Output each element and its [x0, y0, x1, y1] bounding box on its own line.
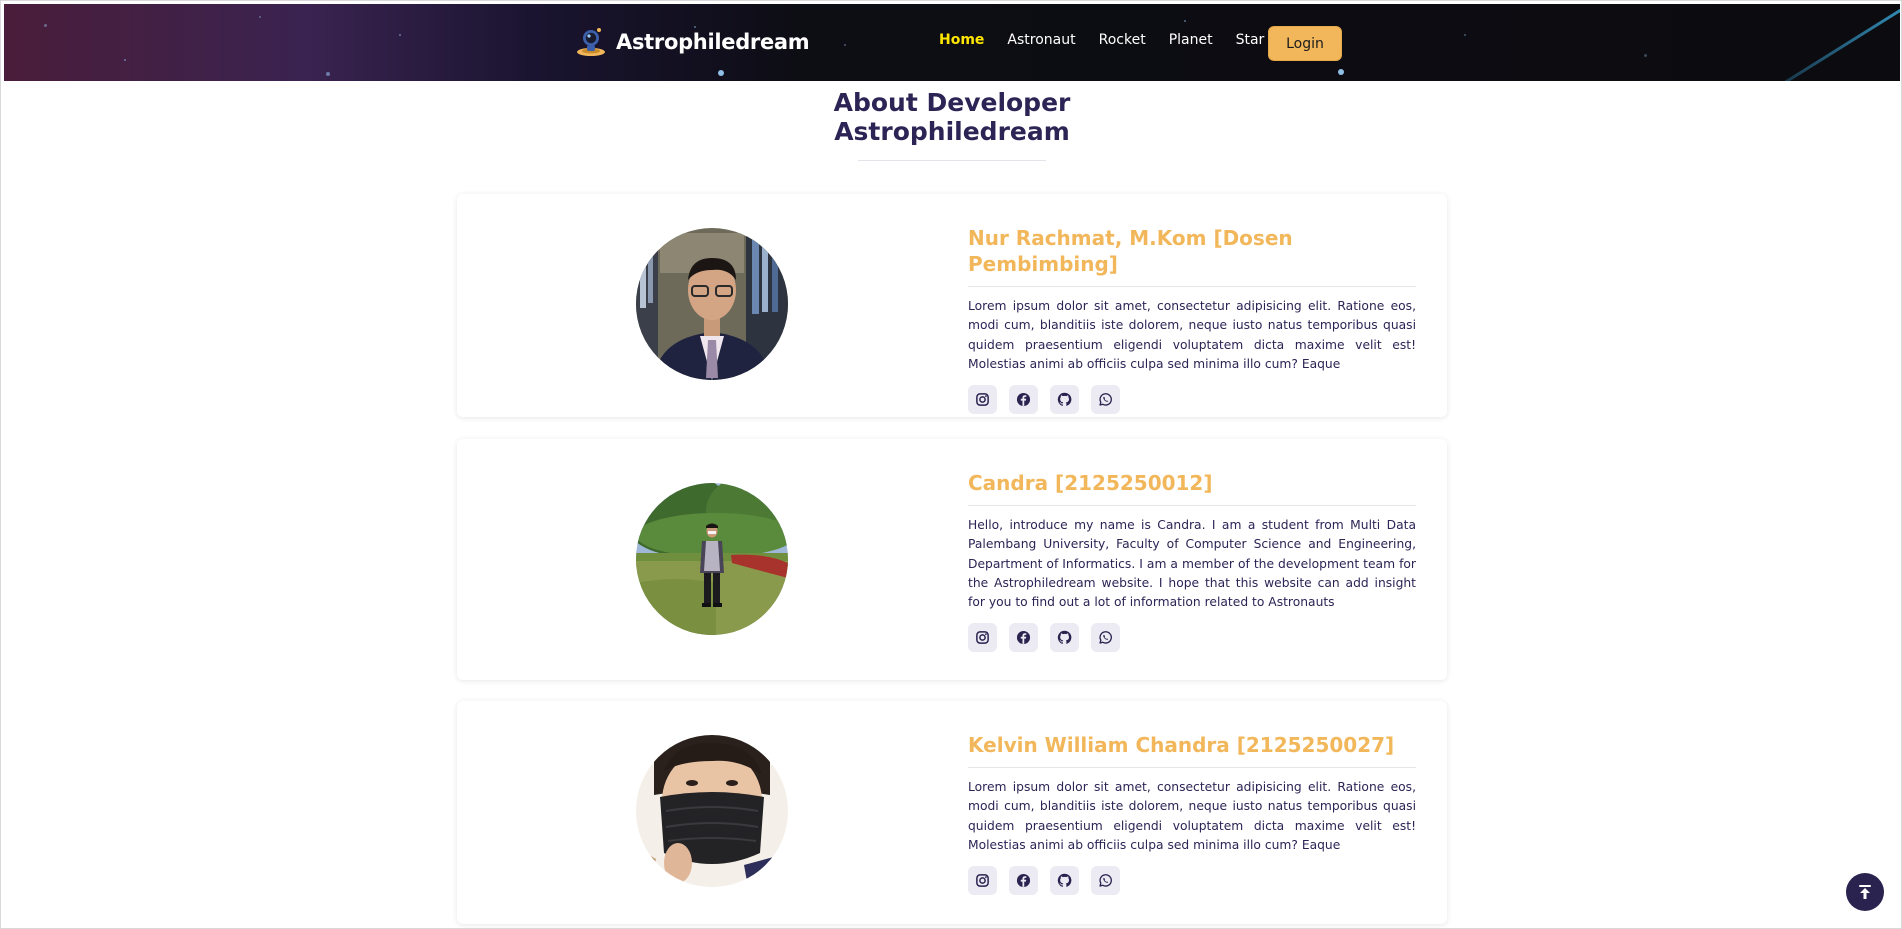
- card-divider: [968, 286, 1416, 287]
- whatsapp-link[interactable]: [1091, 385, 1120, 415]
- facebook-icon: [1016, 393, 1031, 407]
- github-link[interactable]: [1050, 385, 1079, 415]
- card-body: Kelvin William Chandra [2125250027] Lore…: [968, 732, 1416, 896]
- social-links: [968, 623, 1416, 653]
- facebook-icon: [1016, 631, 1031, 645]
- developer-name: Kelvin William Chandra [2125250027]: [968, 733, 1395, 757]
- avatar: [636, 735, 788, 887]
- social-links: [968, 385, 1416, 415]
- developer-name: Nur Rachmat, M.Kom [Dosen Pembimbing]: [968, 226, 1293, 276]
- page-title-line1: About Developer: [833, 88, 1071, 117]
- nav-link-rocket[interactable]: Rocket: [1099, 32, 1146, 48]
- instagram-icon: [976, 393, 989, 407]
- card-divider: [968, 767, 1416, 768]
- whatsapp-icon: [1099, 874, 1112, 887]
- portrait-photo-3: [636, 735, 788, 887]
- brand[interactable]: Astrophiledream: [574, 22, 810, 62]
- social-links: [968, 866, 1416, 896]
- developer-name: Candra [2125250012]: [968, 471, 1213, 495]
- instagram-link[interactable]: [968, 623, 997, 653]
- nav-star: [124, 59, 126, 61]
- card-body: Candra [2125250012] Hello, introduce my …: [968, 470, 1416, 653]
- arrow-up-to-line-icon: [1859, 885, 1871, 899]
- nav-star: [259, 16, 261, 18]
- developer-bio: Lorem ipsum dolor sit amet, consectetur …: [968, 299, 1416, 371]
- portrait-photo-2: [636, 483, 788, 635]
- shooting-star-streak: [1718, 4, 1900, 81]
- whatsapp-icon: [1099, 631, 1112, 645]
- facebook-link[interactable]: [1009, 623, 1038, 653]
- nav-star: [399, 34, 401, 36]
- avatar: [636, 483, 788, 635]
- portrait-photo-1: [636, 228, 788, 380]
- nav-link-planet[interactable]: Planet: [1169, 32, 1213, 48]
- nav-menu: Home Astronaut Rocket Planet Star: [939, 32, 1287, 48]
- nav-star: [1184, 20, 1186, 22]
- navbar: Astrophiledream Home Astronaut Rocket Pl…: [4, 4, 1900, 81]
- nav-link-astronaut[interactable]: Astronaut: [1007, 32, 1075, 48]
- github-icon: [1057, 873, 1072, 888]
- whatsapp-link[interactable]: [1091, 866, 1120, 896]
- nav-link-star[interactable]: Star: [1236, 32, 1265, 48]
- facebook-link[interactable]: [1009, 866, 1038, 896]
- login-button[interactable]: Login: [1268, 26, 1342, 61]
- back-to-top-button[interactable]: [1846, 873, 1884, 911]
- developer-bio: Lorem ipsum dolor sit amet, consectetur …: [968, 780, 1416, 852]
- github-link[interactable]: [1050, 623, 1079, 653]
- instagram-icon: [976, 874, 989, 888]
- card-divider: [968, 505, 1416, 506]
- page-title: About Developer Astrophiledream: [701, 88, 1203, 146]
- page-frame: Astrophiledream Home Astronaut Rocket Pl…: [0, 0, 1902, 929]
- developer-card: Nur Rachmat, M.Kom [Dosen Pembimbing] Lo…: [457, 194, 1447, 417]
- github-icon: [1057, 631, 1072, 645]
- whatsapp-link[interactable]: [1091, 623, 1120, 653]
- instagram-link[interactable]: [968, 385, 997, 415]
- nav-star: [326, 72, 330, 76]
- nav-star: [1644, 54, 1647, 57]
- nav-link-home[interactable]: Home: [939, 32, 984, 48]
- title-divider: [858, 160, 1046, 161]
- github-link[interactable]: [1050, 866, 1079, 896]
- instagram-icon: [976, 631, 989, 645]
- developer-card: Kelvin William Chandra [2125250027] Lore…: [457, 701, 1447, 924]
- github-icon: [1057, 392, 1072, 407]
- facebook-link[interactable]: [1009, 385, 1038, 415]
- nav-star: [44, 24, 47, 27]
- avatar: [636, 228, 788, 380]
- astronaut-logo-icon: [577, 28, 605, 56]
- card-body: Nur Rachmat, M.Kom [Dosen Pembimbing] Lo…: [968, 225, 1416, 415]
- nav-star: [718, 70, 724, 76]
- brand-name: Astrophiledream: [616, 30, 810, 54]
- page-title-line2: Astrophiledream: [834, 117, 1070, 146]
- whatsapp-icon: [1099, 393, 1112, 406]
- developer-card: Candra [2125250012] Hello, introduce my …: [457, 439, 1447, 680]
- facebook-icon: [1016, 874, 1031, 888]
- nav-star: [1464, 34, 1466, 36]
- developer-bio: Hello, introduce my name is Candra. I am…: [968, 518, 1416, 610]
- instagram-link[interactable]: [968, 866, 997, 896]
- nav-star: [844, 44, 846, 46]
- nav-star: [1338, 69, 1344, 75]
